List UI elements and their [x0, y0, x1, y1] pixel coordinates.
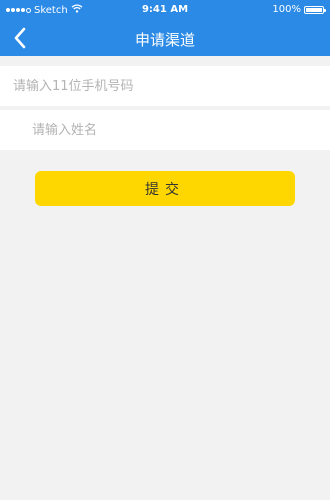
page-title: 申请渠道 [134, 31, 195, 49]
header: Sketch 9:41 AM 100% 申请渠道 [0, 0, 330, 56]
phone-field [0, 66, 330, 106]
phone-input[interactable] [13, 66, 313, 106]
app-screen: Sketch 9:41 AM 100% 申请渠道 请输入11位手机号码 请输入姓… [0, 0, 330, 500]
status-bar: Sketch 9:41 AM 100% [0, 0, 330, 20]
status-right: 100% [272, 4, 326, 15]
battery-percent: 100% [272, 4, 301, 15]
nav-bar: 申请渠道 [0, 20, 330, 56]
name-field [0, 110, 330, 150]
battery-icon [304, 5, 326, 14]
name-input[interactable] [32, 110, 330, 150]
battery-level [306, 7, 322, 12]
submit-button[interactable]: 提交 [35, 171, 295, 206]
